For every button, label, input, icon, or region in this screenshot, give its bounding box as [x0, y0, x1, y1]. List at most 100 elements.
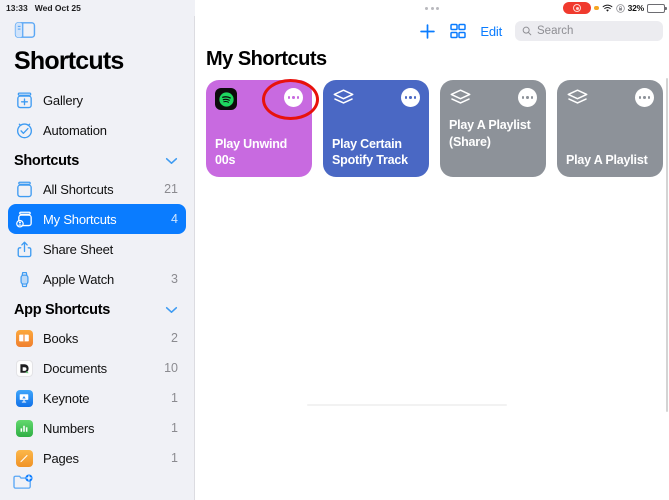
app-body: Shortcuts Gallery Automation Shortcuts A… — [0, 16, 669, 500]
sidebar-item-books[interactable]: Books 2 — [8, 323, 186, 353]
shortcut-card-play-certain-spotify-track[interactable]: Play Certain Spotify Track — [323, 80, 429, 177]
shortcut-card-play-a-playlist-share[interactable]: Play A Playlist (Share) — [440, 80, 546, 177]
shortcuts-grid: Play Unwind 00s Play Certain Spotify Tra… — [195, 80, 669, 177]
main-toolbar: Edit Search — [195, 16, 669, 46]
status-bar-left: 13:33 Wed Oct 25 — [0, 0, 195, 16]
card-title: Play A Playlist (Share) — [449, 118, 531, 149]
sidebar-item-my-shortcuts[interactable]: My Shortcuts 4 — [8, 204, 186, 234]
rotation-lock-icon — [615, 3, 625, 13]
sidebar-item-label: My Shortcuts — [43, 211, 117, 227]
microphone-in-use-dot-icon — [594, 5, 599, 11]
automation-icon — [14, 120, 34, 140]
sidebar-section-title: Shortcuts — [14, 153, 79, 169]
new-folder-row — [0, 473, 194, 500]
sidebar-item-apple-watch[interactable]: Apple Watch 3 — [8, 264, 186, 294]
horizontal-scrollbar[interactable] — [307, 403, 507, 406]
sidebar-item-share-sheet[interactable]: Share Sheet — [8, 234, 186, 264]
card-title: Play A Playlist — [566, 153, 648, 168]
chevron-down-icon[interactable] — [165, 306, 178, 314]
sidebar-item-all-shortcuts[interactable]: All Shortcuts 21 — [8, 174, 186, 204]
status-date: Wed Oct 25 — [34, 3, 81, 13]
card-title: Play Unwind 00s — [215, 136, 288, 168]
share-sheet-icon — [14, 239, 34, 259]
sidebar-item-documents[interactable]: Documents 10 — [8, 353, 186, 383]
sidebar-title: Shortcuts — [14, 47, 124, 75]
card-header — [332, 88, 420, 113]
numbers-app-icon — [14, 418, 34, 438]
keynote-app-icon — [14, 388, 34, 408]
sidebar-item-label: Numbers — [43, 420, 95, 436]
sidebar-item-count: 1 — [171, 391, 178, 405]
sidebar-item-automation[interactable]: Automation — [8, 115, 186, 145]
spotify-icon — [215, 88, 237, 110]
battery-percentage: 32% — [627, 3, 645, 13]
sidebar-item-label: All Shortcuts — [43, 181, 114, 197]
sidebar-item-count: 4 — [171, 212, 178, 226]
sidebar-item-label: Books — [43, 330, 79, 346]
status-bar-right: 32% — [563, 0, 669, 16]
sidebar-item-count: 1 — [171, 451, 178, 465]
all-shortcuts-icon — [14, 179, 34, 199]
add-shortcut-button[interactable] — [419, 23, 436, 40]
search-input[interactable]: Search — [515, 21, 663, 41]
sidebar-section-title: App Shortcuts — [14, 302, 110, 318]
sidebar-item-label: Keynote — [43, 390, 90, 406]
sidebar-item-label: Documents — [43, 360, 107, 376]
new-folder-icon[interactable] — [12, 473, 34, 491]
sidebar: Shortcuts Gallery Automation Shortcuts A… — [0, 16, 195, 500]
search-icon — [522, 26, 532, 36]
card-header — [449, 88, 537, 113]
main-content: Edit Search My Shortcuts Play Unwind 00s… — [195, 16, 669, 500]
shortcut-card-play-a-playlist[interactable]: Play A Playlist — [557, 80, 663, 177]
documents-app-icon — [14, 358, 34, 378]
vertical-scrollbar[interactable] — [665, 78, 668, 412]
sidebar-item-label: Automation — [43, 122, 107, 138]
sidebar-item-count: 2 — [171, 331, 178, 345]
layers-icon — [332, 88, 355, 113]
grid-layout-icon — [450, 23, 467, 39]
search-placeholder: Search — [537, 25, 574, 37]
layers-icon — [566, 88, 589, 113]
sidebar-item-count: 3 — [171, 272, 178, 286]
sidebar-item-count: 1 — [171, 421, 178, 435]
card-header — [215, 88, 303, 113]
chevron-down-icon[interactable] — [165, 157, 178, 165]
gallery-icon — [14, 90, 34, 110]
sidebar-item-numbers[interactable]: Numbers 1 — [8, 413, 186, 443]
status-time: 13:33 — [6, 3, 28, 13]
card-ellipsis-button[interactable] — [401, 88, 420, 107]
sidebar-section-app-shortcuts-header[interactable]: App Shortcuts — [0, 294, 194, 323]
books-app-icon — [14, 328, 34, 348]
shortcut-card-play-unwind-00s[interactable]: Play Unwind 00s — [206, 80, 312, 177]
card-title: Play Certain Spotify Track — [332, 136, 408, 168]
card-ellipsis-button[interactable] — [518, 88, 537, 107]
sidebar-item-count: 10 — [164, 361, 178, 375]
sidebar-item-label: Pages — [43, 450, 79, 466]
apple-watch-icon — [14, 269, 34, 289]
multitasking-handle-icon[interactable] — [425, 6, 439, 10]
sidebar-item-label: Share Sheet — [43, 241, 114, 257]
sidebar-item-label: Apple Watch — [43, 271, 115, 287]
sidebar-item-keynote[interactable]: Keynote 1 — [8, 383, 186, 413]
plus-icon — [420, 23, 436, 39]
shortcuts-app-window: 13:33 Wed Oct 25 32% Shortcuts Gallery A… — [0, 0, 669, 500]
sidebar-toggle-icon[interactable] — [14, 21, 36, 39]
sidebar-toggle-row — [0, 16, 194, 45]
card-ellipsis-button[interactable] — [635, 88, 654, 107]
card-ellipsis-button[interactable] — [284, 88, 303, 107]
status-bar: 13:33 Wed Oct 25 32% — [0, 0, 669, 16]
layers-icon — [449, 88, 472, 113]
page-title: My Shortcuts — [206, 48, 327, 70]
battery-icon — [647, 3, 667, 13]
layout-toggle-button[interactable] — [449, 22, 467, 40]
card-header — [566, 88, 654, 113]
wifi-icon — [602, 4, 612, 12]
sidebar-item-pages[interactable]: Pages 1 — [8, 443, 186, 473]
edit-button[interactable]: Edit — [480, 24, 502, 39]
sidebar-item-gallery[interactable]: Gallery — [8, 85, 186, 115]
my-shortcuts-icon — [14, 209, 34, 229]
screen-recording-indicator[interactable] — [563, 2, 592, 14]
sidebar-section-shortcuts-header[interactable]: Shortcuts — [0, 145, 194, 174]
pages-app-icon — [14, 448, 34, 468]
sidebar-item-label: Gallery — [43, 92, 83, 108]
